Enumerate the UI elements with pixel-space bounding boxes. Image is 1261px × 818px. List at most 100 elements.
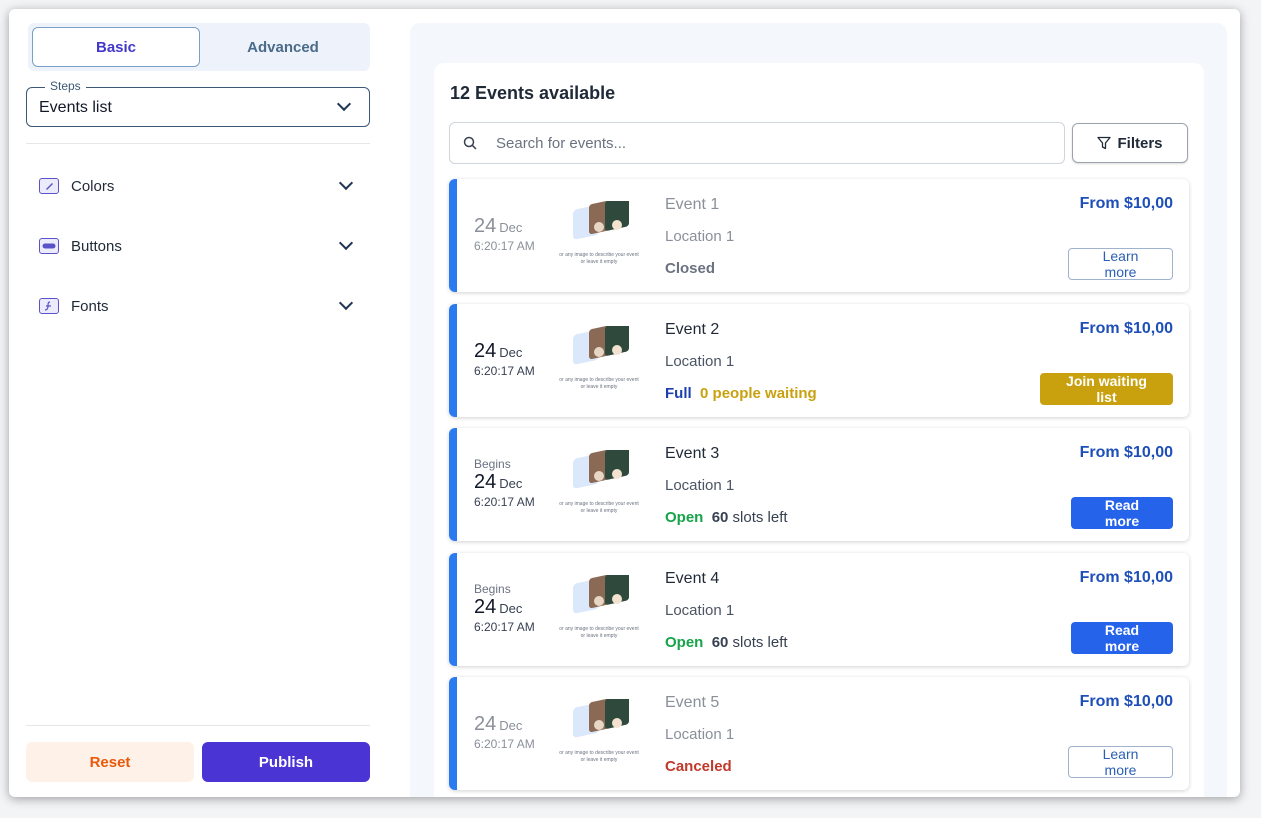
waiting-count: 0 people waiting xyxy=(700,385,817,402)
status-badge: Canceled xyxy=(665,758,732,775)
thumbnail-caption: or any image to describe your event or l… xyxy=(559,252,639,265)
chevron-down-icon xyxy=(336,96,352,112)
status-badge: Closed xyxy=(665,260,716,277)
events-list-card: 12 Events available Filters 24Dec 6:20:1… xyxy=(434,63,1204,797)
chevron-down-icon xyxy=(338,295,354,311)
slots-count: 60 xyxy=(711,509,729,526)
font-icon xyxy=(39,298,59,314)
app-window: Basic Advanced Steps Events list Colors … xyxy=(9,9,1240,797)
event-date: 24 Dec 6:20:17 AM xyxy=(474,215,535,253)
event-status: Closed xyxy=(665,260,715,277)
event-price: From $10,00 xyxy=(1079,569,1173,586)
section-label: Fonts xyxy=(71,297,109,315)
event-month: Dec xyxy=(499,345,523,360)
event-title: Event 1 xyxy=(665,196,720,213)
slots-label: slots left xyxy=(732,634,788,651)
search-input[interactable] xyxy=(496,133,1046,153)
filters-label: Filters xyxy=(1117,134,1163,152)
chevron-down-icon xyxy=(338,175,354,191)
section-label: Buttons xyxy=(71,237,122,255)
steps-select[interactable]: Steps Events list xyxy=(26,79,370,127)
tab-basic[interactable]: Basic xyxy=(32,27,200,67)
event-accent-bar xyxy=(449,179,457,292)
event-date: 24 Dec 6:20:17 AM xyxy=(474,713,535,751)
event-card[interactable]: Begins 24 Dec 6:20:17 AM or any image to … xyxy=(449,553,1189,666)
event-day: 24 xyxy=(474,215,497,237)
preview-panel: 12 Events available Filters 24Dec 6:20:1… xyxy=(410,23,1227,797)
event-status: Open 60 slots left xyxy=(665,509,788,526)
event-card[interactable]: Begins 24 Dec 6:20:17 AM or any image to … xyxy=(449,428,1189,541)
event-date: Begins 24 Dec 6:20:17 AM xyxy=(474,582,535,634)
event-price: From $10,00 xyxy=(1079,320,1173,337)
event-price: From $10,00 xyxy=(1079,444,1173,461)
event-month: Dec xyxy=(499,601,523,616)
event-date: 24 Dec 6:20:17 AM xyxy=(474,340,535,378)
status-badge: Full xyxy=(665,385,692,402)
read-more-button[interactable]: Read more xyxy=(1071,497,1173,529)
event-begins-label: Begins xyxy=(474,582,511,596)
event-card[interactable]: 24 Dec 6:20:17 AM or any image to describ… xyxy=(449,677,1189,790)
event-location: Location 1 xyxy=(665,602,735,619)
event-location: Location 1 xyxy=(665,353,735,370)
status-badge: Open xyxy=(665,634,704,651)
event-title: Event 5 xyxy=(665,694,720,711)
event-location: Location 1 xyxy=(665,228,735,245)
event-location: Location 1 xyxy=(665,477,735,494)
settings-sidebar: Basic Advanced Steps Events list Colors … xyxy=(9,9,379,797)
event-time: 6:20:17 AM xyxy=(474,364,535,378)
event-thumbnail: or any image to describe your event or l… xyxy=(559,694,639,767)
learn-more-button[interactable]: Learn more xyxy=(1068,746,1173,778)
event-accent-bar xyxy=(449,428,457,541)
event-month: Dec xyxy=(499,718,523,733)
event-month: Dec xyxy=(499,476,523,491)
button-icon xyxy=(39,238,59,254)
event-day: 24 xyxy=(474,596,497,618)
event-date: Begins 24 Dec 6:20:17 AM xyxy=(474,457,535,509)
event-time: 6:20:17 AM xyxy=(474,620,535,634)
filters-button[interactable]: Filters xyxy=(1072,123,1188,163)
thumbnail-caption: or any image to describe your event or l… xyxy=(559,501,639,514)
event-begins-label: Begins xyxy=(474,457,511,471)
page-title: 12 Events available xyxy=(450,83,616,103)
read-more-button[interactable]: Read more xyxy=(1071,622,1173,654)
publish-button[interactable]: Publish xyxy=(202,742,370,782)
event-day: 24 xyxy=(474,713,497,735)
event-title: Event 2 xyxy=(665,321,720,338)
event-accent-bar xyxy=(449,553,457,666)
paint-brush-icon xyxy=(39,178,59,194)
divider xyxy=(26,725,370,726)
filter-icon xyxy=(1097,136,1112,150)
join-waiting-list-button[interactable]: Join waiting list xyxy=(1040,373,1173,405)
learn-more-button[interactable]: Learn more xyxy=(1068,248,1173,280)
search-icon xyxy=(463,136,477,150)
event-accent-bar xyxy=(449,677,457,790)
thumbnail-caption: or any image to describe your event or l… xyxy=(559,750,639,763)
event-thumbnail: or any image to describe your event or l… xyxy=(559,321,639,394)
thumbnail-caption: or any image to describe your event or l… xyxy=(559,626,639,639)
event-price: From $10,00 xyxy=(1079,195,1173,212)
event-day: 24 xyxy=(474,340,497,362)
reset-button[interactable]: Reset xyxy=(26,742,194,782)
mode-tabs: Basic Advanced xyxy=(28,23,370,71)
event-status: Canceled xyxy=(665,758,732,775)
event-price: From $10,00 xyxy=(1079,693,1173,710)
tab-advanced[interactable]: Advanced xyxy=(200,27,366,67)
search-box xyxy=(449,122,1065,164)
section-buttons[interactable]: Buttons xyxy=(39,231,359,261)
chevron-down-icon xyxy=(338,235,354,251)
steps-legend: Steps xyxy=(45,79,86,93)
section-label: Colors xyxy=(71,177,115,195)
event-card[interactable]: 24 Dec 6:20:17 AM or any image to describ… xyxy=(449,179,1189,292)
event-accent-bar xyxy=(449,304,457,417)
divider xyxy=(26,143,370,144)
section-fonts[interactable]: Fonts xyxy=(39,291,359,321)
section-colors[interactable]: Colors xyxy=(39,171,359,201)
slots-label: slots left xyxy=(732,509,788,526)
event-card[interactable]: 24 Dec 6:20:17 AM or any image to describ… xyxy=(449,304,1189,417)
event-title: Event 4 xyxy=(665,570,720,587)
event-time: 6:20:17 AM xyxy=(474,495,535,509)
event-location: Location 1 xyxy=(665,726,735,743)
event-time: 6:20:17 AM xyxy=(474,737,535,751)
event-title: Event 3 xyxy=(665,445,720,462)
event-month: Dec xyxy=(499,220,523,235)
